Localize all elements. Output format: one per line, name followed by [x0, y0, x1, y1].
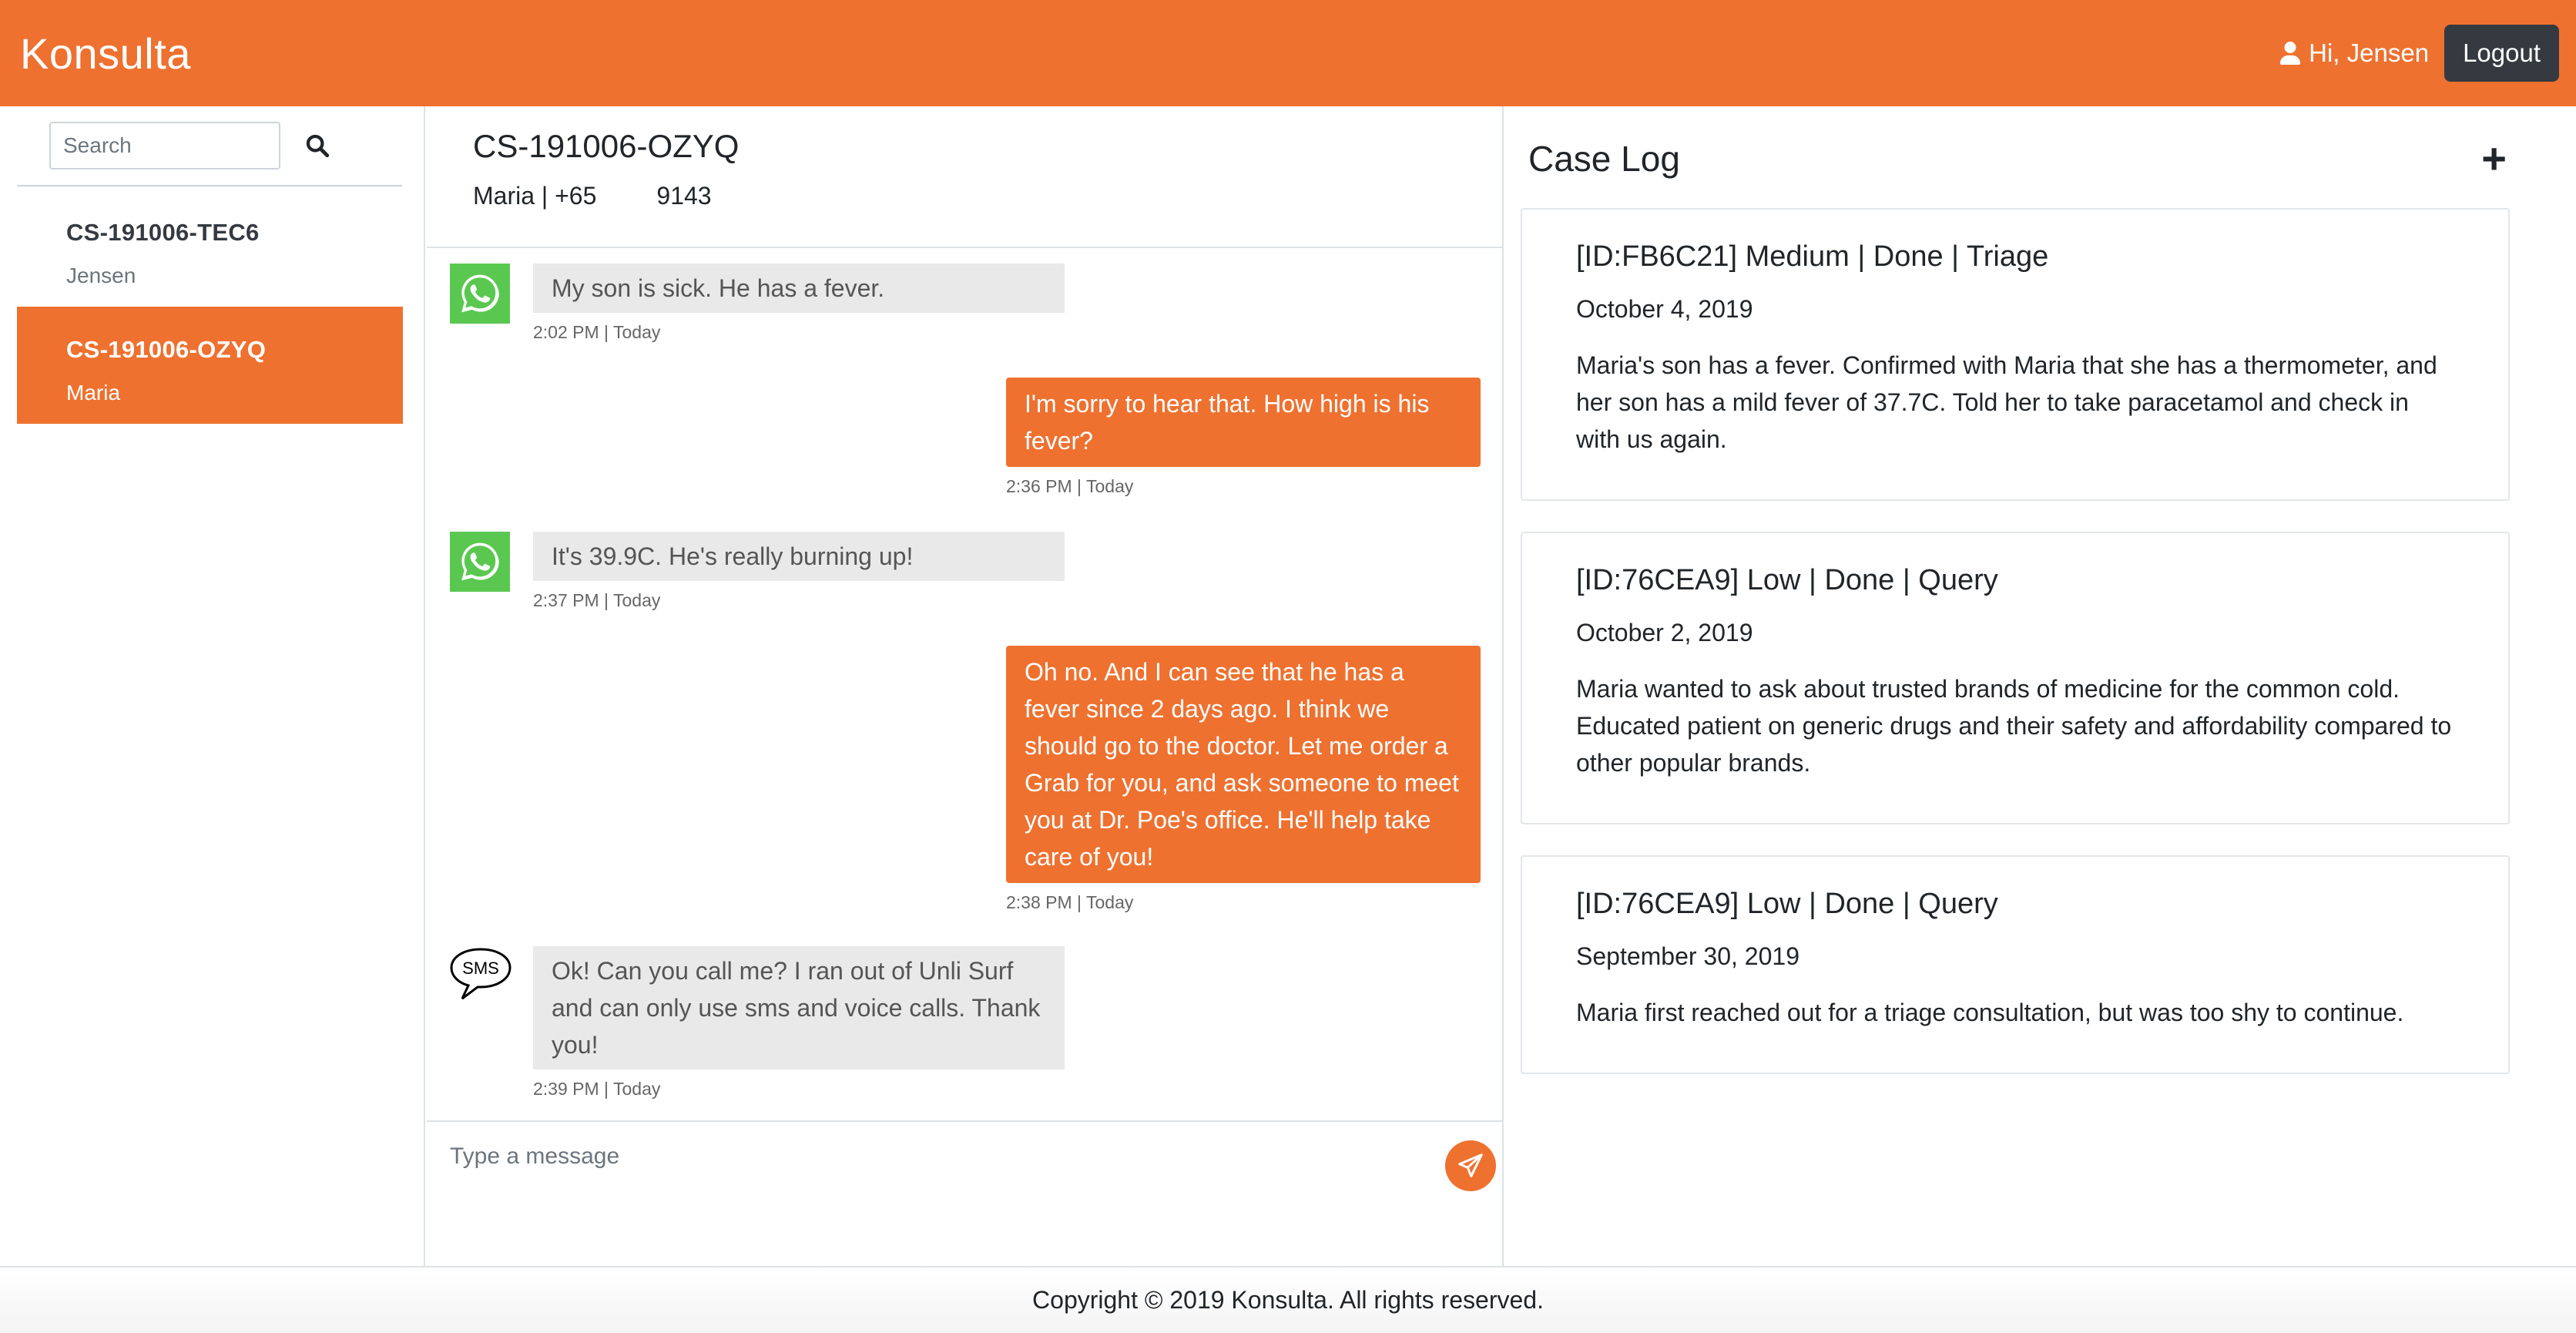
message-timestamp: 2:02 PM | Today — [533, 322, 661, 342]
copyright-text: Copyright © 2019 Konsulta. All rights re… — [1032, 1286, 1544, 1314]
chat-panel: CS-191006-OZYQ Maria | +65 9143 My son i… — [427, 106, 1504, 1266]
message-bubble: Oh no. And I can see that he has a fever… — [1006, 646, 1481, 883]
case-list: CS-191006-TEC6 Jensen CS-191006-OZYQ Mar… — [17, 190, 403, 424]
user-icon — [2280, 42, 2301, 65]
case-list-item[interactable]: CS-191006-TEC6 Jensen — [17, 190, 403, 307]
log-entry-date: October 2, 2019 — [1576, 619, 1753, 646]
add-log-button[interactable]: + — [2481, 137, 2507, 180]
message-input[interactable] — [450, 1137, 1374, 1176]
whatsapp-icon — [450, 264, 510, 324]
chat-contact-info: Maria | +65 9143 — [473, 182, 1502, 210]
greeting-text: Hi, Jensen — [2309, 39, 2430, 67]
chat-case-id: CS-191006-OZYQ — [473, 128, 740, 164]
log-entry-title: [ID:76CEA9] Low | Done | Query — [1576, 564, 1998, 596]
message-bubble: Ok! Can you call me? I ran out of Unli S… — [533, 946, 1065, 1069]
case-log-panel: Case Log + [ID:FB6C21] Medium | Done | T… — [1505, 106, 2576, 1266]
send-button[interactable] — [1445, 1140, 1496, 1191]
log-entry-text: Maria first reached out for a triage con… — [1576, 999, 2404, 1026]
message-timestamp: 2:38 PM | Today — [1006, 892, 1134, 912]
log-entry-text: Maria wanted to ask about trusted brands… — [1576, 675, 2452, 777]
case-list-item-active[interactable]: CS-191006-OZYQ Maria — [17, 307, 403, 424]
log-entry-date: October 4, 2019 — [1576, 295, 1753, 323]
log-entry-title: [ID:FB6C21] Medium | Done | Triage — [1576, 240, 2049, 273]
case-id: CS-191006-OZYQ — [66, 336, 267, 363]
message-bubble: I'm sorry to hear that. How high is his … — [1006, 378, 1481, 467]
case-log-card[interactable]: [ID:76CEA9] Low | Done | Query October 2… — [1521, 532, 2510, 824]
message-bubble: My son is sick. He has a fever. — [533, 264, 1065, 313]
user-greeting: Hi, Jensen — [2279, 39, 2429, 68]
page-footer: Copyright © 2019 Konsulta. All rights re… — [0, 1266, 2576, 1333]
message-bubble: It's 39.9C. He's really burning up! — [533, 532, 1065, 581]
search-input[interactable] — [49, 122, 280, 170]
sms-icon-label: SMS — [462, 959, 499, 978]
search-icon — [306, 134, 330, 158]
sms-icon: SMS — [448, 946, 513, 1002]
message-incoming: Ok! Can you call me? I ran out of Unli S… — [533, 946, 1065, 1100]
brand-logo[interactable]: Konsulta — [20, 29, 191, 79]
contact-name-phone: Maria | +65 — [473, 182, 597, 210]
user-menu: Hi, Jensen Logout — [2279, 25, 2559, 82]
message-composer — [427, 1120, 1502, 1266]
message-list[interactable]: My son is sick. He has a fever. 2:02 PM … — [427, 248, 1502, 1227]
case-log-card[interactable]: [ID:76CEA9] Low | Done | Query September… — [1521, 855, 2510, 1074]
log-entry-title: [ID:76CEA9] Low | Done | Query — [1576, 888, 1998, 920]
case-sidebar: CS-191006-TEC6 Jensen CS-191006-OZYQ Mar… — [0, 106, 425, 1266]
case-id: CS-191006-TEC6 — [66, 219, 260, 246]
message-timestamp: 2:36 PM | Today — [1006, 476, 1134, 496]
contact-phone-tail: 9143 — [656, 182, 712, 210]
divider — [17, 185, 402, 186]
case-log-header: Case Log + — [1528, 137, 2507, 180]
log-entry-date: September 30, 2019 — [1576, 942, 1800, 970]
top-navbar: Konsulta Hi, Jensen Logout — [0, 0, 2576, 106]
log-entry-text: Maria's son has a fever. Confirmed with … — [1576, 351, 2437, 453]
chat-header: CS-191006-OZYQ Maria | +65 9143 — [427, 106, 1502, 248]
whatsapp-icon — [450, 532, 510, 592]
search-button[interactable] — [302, 130, 333, 161]
case-log-title: Case Log — [1528, 139, 1680, 179]
paper-plane-icon — [1458, 1153, 1483, 1177]
message-timestamp: 2:37 PM | Today — [533, 590, 661, 610]
search-bar — [49, 122, 333, 170]
case-log-card[interactable]: [ID:FB6C21] Medium | Done | Triage Octob… — [1521, 208, 2510, 501]
message-incoming: My son is sick. He has a fever. 2:02 PM … — [533, 264, 1065, 343]
message-incoming: It's 39.9C. He's really burning up! 2:37… — [533, 532, 1065, 611]
message-outgoing: I'm sorry to hear that. How high is his … — [1006, 378, 1481, 497]
case-contact-name: Jensen — [66, 264, 136, 287]
message-outgoing: Oh no. And I can see that he has a fever… — [1006, 646, 1481, 913]
logout-button[interactable]: Logout — [2444, 25, 2559, 82]
case-contact-name: Maria — [66, 381, 121, 405]
message-timestamp: 2:39 PM | Today — [533, 1079, 661, 1099]
